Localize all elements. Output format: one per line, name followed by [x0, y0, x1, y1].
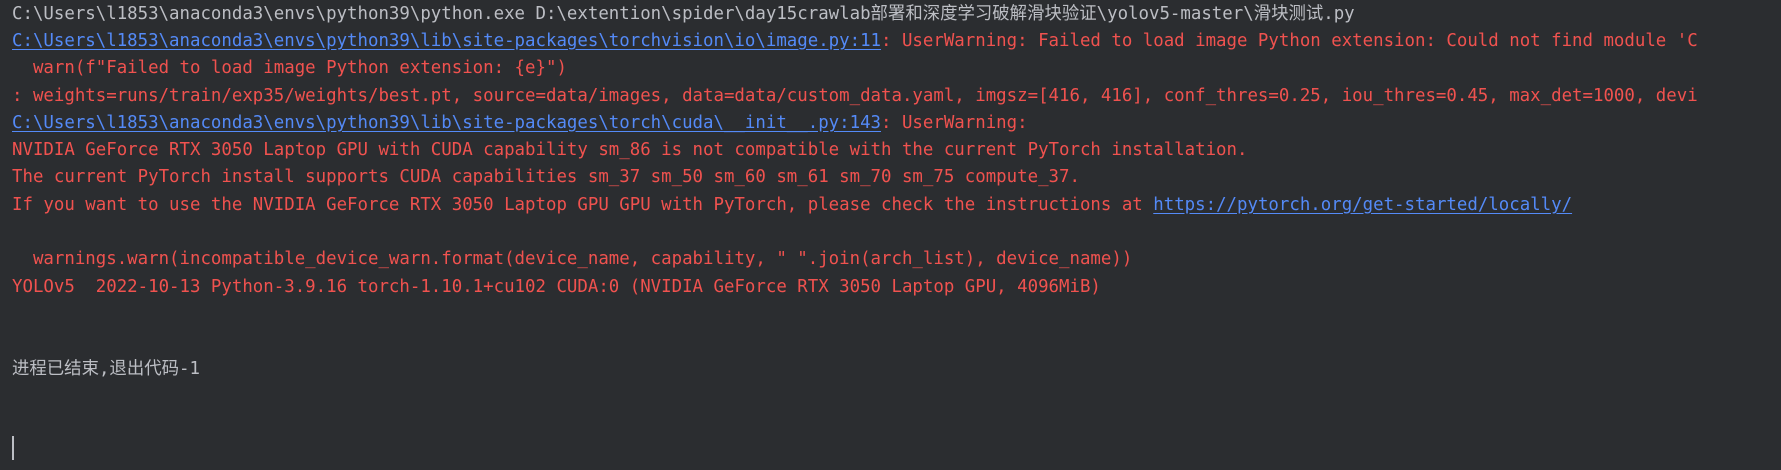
warning-line-image-extension: C:\Users\l1853\anaconda3\envs\python39\l…: [12, 29, 1698, 53]
warning-line-torch-cuda: C:\Users\l1853\anaconda3\envs\python39\l…: [12, 111, 1038, 135]
file-link-image-py[interactable]: C:\Users\l1853\anaconda3\envs\python39\l…: [12, 31, 881, 51]
pytorch-url-link[interactable]: https://pytorch.org/get-started/locally/: [1153, 195, 1572, 215]
detect-params-line: : weights=runs/train/exp35/weights/best.…: [12, 86, 1698, 106]
warning-text: : UserWarning:: [881, 113, 1039, 133]
cuda-incompatible-line: NVIDIA GeForce RTX 3050 Laptop GPU with …: [12, 140, 1248, 160]
cuda-instructions-line: If you want to use the NVIDIA GeForce RT…: [12, 193, 1572, 217]
warning-source-code: warnings.warn(incompatible_device_warn.f…: [12, 249, 1133, 269]
cuda-capabilities-line: The current PyTorch install supports CUD…: [12, 167, 1080, 187]
process-exit-line: 进程已结束,退出代码-1: [12, 359, 200, 379]
instructions-text: If you want to use the NVIDIA GeForce RT…: [12, 195, 1154, 215]
text-cursor: [12, 436, 14, 460]
file-link-cuda-init[interactable]: C:\Users\l1853\anaconda3\envs\python39\l…: [12, 113, 881, 133]
warning-source-code: warn(f"Failed to load image Python exten…: [12, 58, 567, 78]
yolo-version-line: YOLOv5 2022-10-13 Python-3.9.16 torch-1.…: [12, 277, 1101, 297]
warning-text: : UserWarning: Failed to load image Pyth…: [881, 31, 1698, 51]
run-console-output[interactable]: C:\Users\l1853\anaconda3\envs\python39\p…: [0, 0, 1781, 470]
command-line: C:\Users\l1853\anaconda3\envs\python39\p…: [12, 4, 1355, 24]
